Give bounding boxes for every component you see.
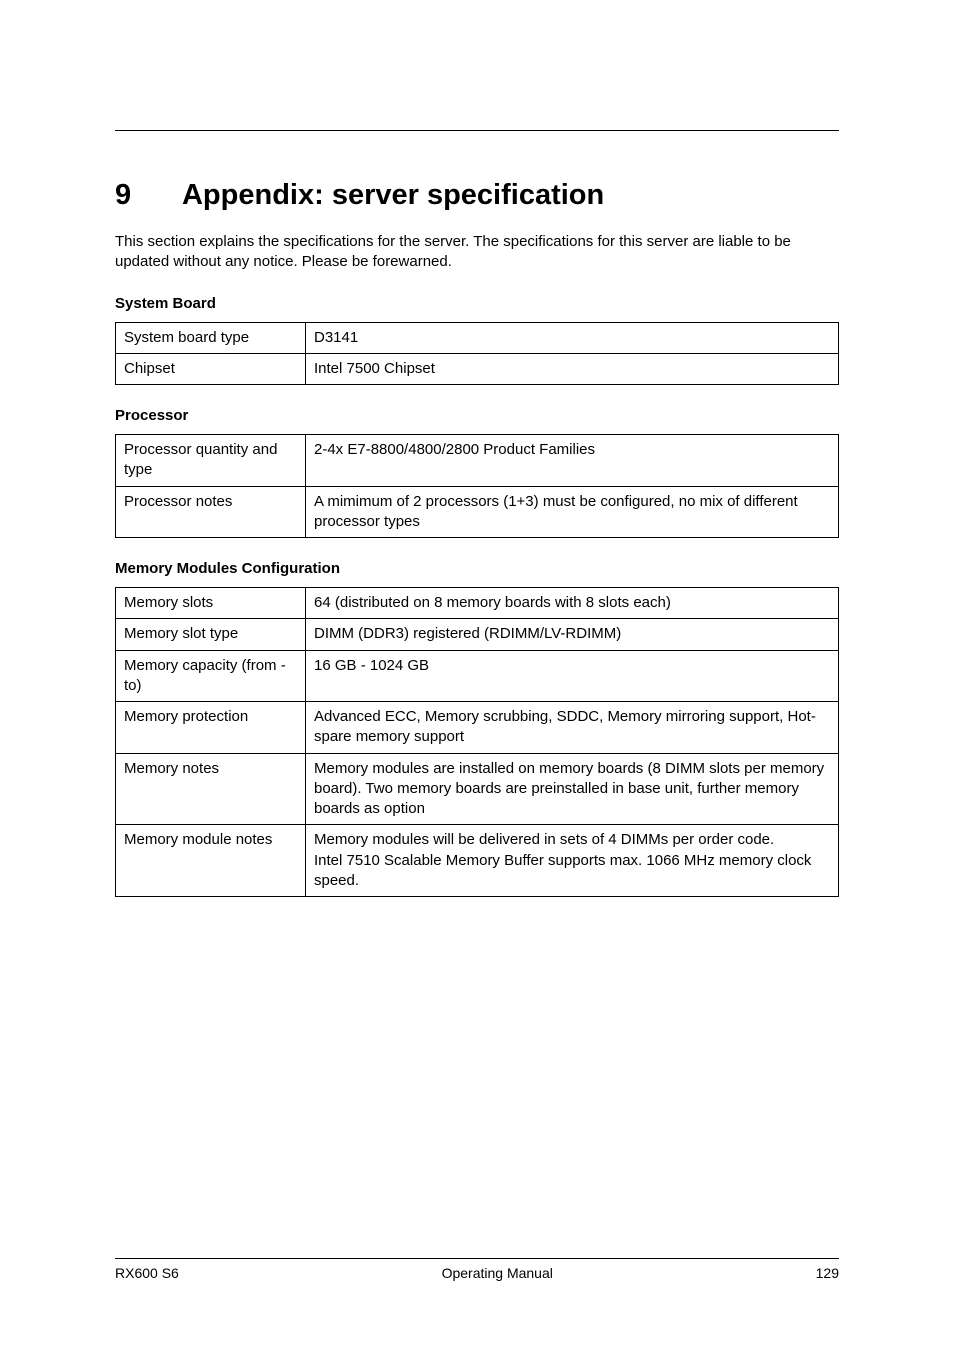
table-row: Memory slots 64 (distributed on 8 memory… [116, 588, 839, 619]
chapter-number: 9 [115, 179, 175, 212]
table-row: Memory module notes Memory modules will … [116, 825, 839, 897]
table-row: Memory slot type DIMM (DDR3) registered … [116, 619, 839, 650]
system-board-table: System board type D3141 Chipset Intel 75… [115, 322, 839, 386]
table-row: Processor notes A mimimum of 2 processor… [116, 486, 839, 538]
footer-row: RX600 S6 Operating Manual 129 [115, 1265, 839, 1281]
table-row: Memory capacity (from - to) 16 GB - 1024… [116, 650, 839, 702]
cell-label: Memory notes [116, 753, 306, 825]
cell-label: System board type [116, 322, 306, 353]
cell-value: D3141 [306, 322, 839, 353]
processor-table: Processor quantity and type 2-4x E7-8800… [115, 434, 839, 538]
cell-value: Advanced ECC, Memory scrubbing, SDDC, Me… [306, 702, 839, 754]
chapter-heading: 9 Appendix: server specification [115, 179, 839, 212]
cell-label: Processor notes [116, 486, 306, 538]
intro-paragraph: This section explains the specifications… [115, 232, 839, 273]
cell-label: Memory module notes [116, 825, 306, 897]
page-footer: RX600 S6 Operating Manual 129 [115, 1258, 839, 1281]
cell-value: Memory modules are installed on memory b… [306, 753, 839, 825]
chapter-title: Appendix: server specification [182, 179, 604, 211]
table-row: Memory protection Advanced ECC, Memory s… [116, 702, 839, 754]
table-row: Processor quantity and type 2-4x E7-8800… [116, 435, 839, 487]
system-board-heading: System Board [115, 295, 839, 312]
memory-table: Memory slots 64 (distributed on 8 memory… [115, 587, 839, 897]
table-row: Memory notes Memory modules are installe… [116, 753, 839, 825]
footer-rule [115, 1258, 839, 1259]
table-row: Chipset Intel 7500 Chipset [116, 353, 839, 384]
cell-label: Memory slot type [116, 619, 306, 650]
table-row: System board type D3141 [116, 322, 839, 353]
cell-label: Memory slots [116, 588, 306, 619]
cell-value: DIMM (DDR3) registered (RDIMM/LV-RDIMM) [306, 619, 839, 650]
top-rule [115, 130, 839, 131]
cell-value: 16 GB - 1024 GB [306, 650, 839, 702]
memory-heading: Memory Modules Configuration [115, 560, 839, 577]
cell-label: Memory capacity (from - to) [116, 650, 306, 702]
cell-value: 2-4x E7-8800/4800/2800 Product Families [306, 435, 839, 487]
cell-value: A mimimum of 2 processors (1+3) must be … [306, 486, 839, 538]
footer-center: Operating Manual [442, 1265, 553, 1281]
cell-value: Intel 7500 Chipset [306, 353, 839, 384]
processor-heading: Processor [115, 407, 839, 424]
cell-label: Processor quantity and type [116, 435, 306, 487]
cell-label: Chipset [116, 353, 306, 384]
cell-value: 64 (distributed on 8 memory boards with … [306, 588, 839, 619]
footer-right: 129 [816, 1265, 839, 1281]
cell-value: Memory modules will be delivered in sets… [306, 825, 839, 897]
cell-label: Memory protection [116, 702, 306, 754]
footer-left: RX600 S6 [115, 1265, 179, 1281]
